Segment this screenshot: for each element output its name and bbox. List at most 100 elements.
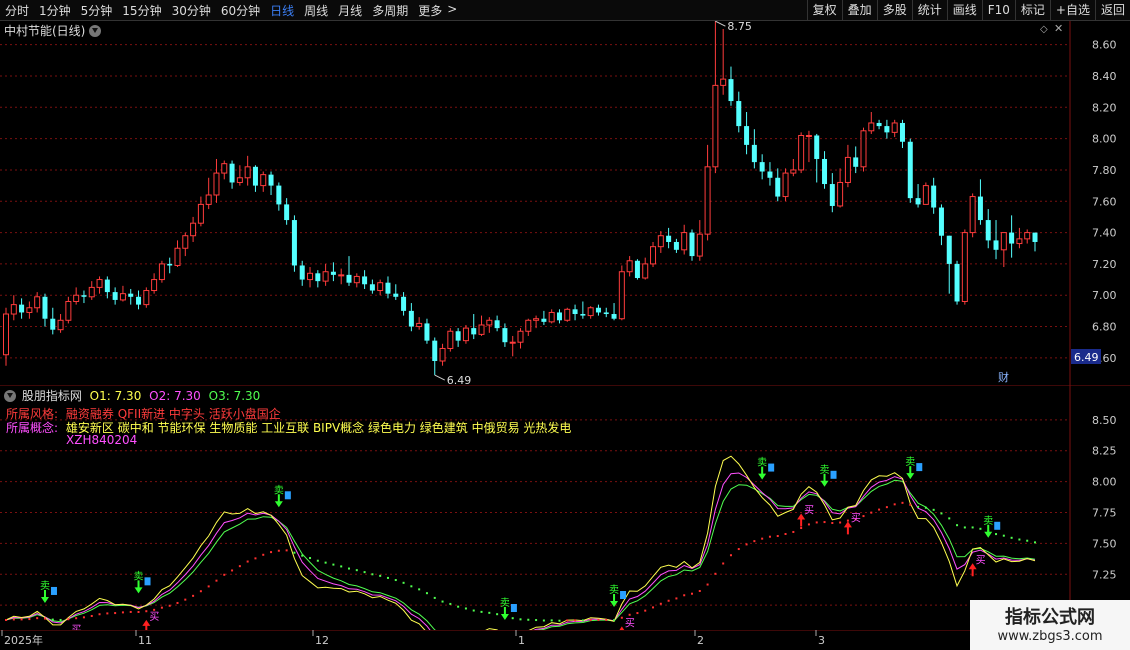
period-tab[interactable]: 30分钟 — [167, 2, 216, 19]
candle-body — [657, 235, 664, 248]
chevron-down-icon[interactable] — [89, 25, 102, 37]
trend-dot — [675, 597, 678, 600]
indicator-title-bar: 股朋指标网 O1: 7.30 O2: 7.30 O3: 7.30 — [4, 387, 260, 404]
trend-dot — [496, 613, 499, 616]
candle-body — [587, 307, 594, 317]
candle-body — [369, 284, 375, 291]
period-tab[interactable]: 更多 — [413, 2, 447, 19]
chevron-down-icon[interactable] — [4, 390, 16, 402]
trend-dot — [714, 572, 717, 575]
candle-body — [416, 322, 423, 328]
candle-body — [393, 293, 399, 297]
period-tab[interactable]: 月线 — [333, 2, 367, 19]
ind-tick: 8.25 — [1092, 445, 1117, 458]
chevron-right-icon[interactable]: > — [447, 2, 462, 19]
toolbar-button[interactable]: 画线 — [946, 0, 982, 20]
trend-dot — [348, 567, 350, 570]
candle-body — [408, 310, 414, 327]
trend-dot — [20, 618, 23, 621]
trend-dot — [737, 548, 740, 551]
stock-code: XZH840204 — [66, 433, 138, 447]
candle-body — [1016, 238, 1023, 245]
period-tab[interactable]: 多周期 — [367, 2, 413, 19]
candle-body — [42, 296, 48, 319]
main-candlestick-chart[interactable]: 8.60 8.40 8.20 8.00 7.80 7.60 7.40 7.20 7.00 6.80… — [0, 21, 1130, 386]
trend-dot — [815, 521, 818, 524]
concept-value: 雄安新区 碳中和 节能环保 生物质能 工业互联 BIPV概念 绿色电力 绿色建筑… — [65, 421, 572, 435]
candle-body — [88, 286, 95, 298]
candle-body — [346, 274, 352, 283]
buy-mark: 买 — [851, 512, 861, 524]
toolbar-button[interactable]: 复权 — [806, 0, 842, 20]
period-tab[interactable]: 分时 — [0, 2, 34, 19]
trend-dot — [1010, 536, 1013, 539]
diamond-icon[interactable]: ◇ — [1040, 24, 1048, 35]
candle-body — [899, 122, 905, 142]
candle-body — [221, 163, 228, 174]
toolbar-button[interactable]: 多股 — [876, 0, 912, 20]
toolbar-button[interactable]: 返回 — [1094, 0, 1130, 20]
trend-dot — [613, 619, 616, 622]
toolbar-button[interactable]: F10 — [981, 0, 1015, 20]
ind-tick: 8.00 — [1092, 476, 1117, 489]
sell-mark: 卖 — [757, 457, 767, 469]
candle-body — [744, 126, 750, 145]
trend-dot — [846, 519, 849, 522]
candle-body — [353, 275, 360, 284]
period-tab[interactable]: 1分钟 — [34, 2, 76, 19]
candle-body — [244, 166, 251, 179]
toolbar-button[interactable]: 标记 — [1014, 0, 1050, 20]
trend-dot — [285, 549, 288, 552]
candle-body — [143, 290, 150, 306]
trend-dot — [137, 610, 140, 613]
trend-dot — [831, 522, 834, 525]
toolbar-button[interactable]: 叠加 — [841, 0, 877, 20]
price-tick: 7.20 — [1092, 258, 1117, 271]
close-icon[interactable]: ✕ — [1054, 22, 1063, 35]
candle-body — [891, 122, 898, 133]
period-tab[interactable]: 周线 — [299, 2, 333, 19]
candle-body — [931, 185, 937, 208]
period-list: 分时 1分钟 5分钟 15分钟 30分钟 60分钟 日线 周线 月线 多周期 更多 > — [0, 2, 462, 19]
trend-dot — [238, 565, 241, 568]
candle-body — [50, 318, 56, 330]
date-axis: 2025年 11 12 1 2 3 — [0, 630, 1130, 647]
period-tab[interactable]: 60分钟 — [216, 2, 265, 19]
o2-line — [5, 472, 1036, 630]
period-tab[interactable]: 5分钟 — [76, 2, 118, 19]
signal-block — [768, 463, 775, 472]
sell-mark: 卖 — [274, 484, 284, 496]
concept-label: 所属概念: — [6, 421, 59, 435]
candle-body — [541, 318, 547, 322]
candle-body — [798, 134, 805, 171]
candle-body — [922, 185, 929, 205]
site-watermark: 指标公式网 www.zbgs3.com — [970, 600, 1130, 650]
candle-body — [704, 166, 711, 235]
candle-body — [486, 319, 493, 326]
candle-body — [666, 235, 672, 242]
toolbar-button[interactable]: +自选 — [1049, 0, 1095, 20]
toolbar-button[interactable]: 统计 — [911, 0, 947, 20]
candle-body — [782, 172, 789, 198]
candle-body — [65, 300, 72, 321]
trend-dot — [862, 515, 865, 518]
period-tab[interactable]: 15分钟 — [117, 2, 166, 19]
period-tab[interactable]: 日线 — [265, 2, 299, 19]
candle-body — [197, 203, 204, 224]
trend-dot — [145, 610, 148, 613]
trend-dot — [309, 557, 312, 560]
trend-dot — [324, 561, 327, 564]
trend-dot — [924, 506, 927, 509]
trend-dot — [433, 596, 436, 599]
candle-body — [805, 134, 812, 137]
trend-dot — [698, 589, 701, 592]
candle-body — [1000, 232, 1007, 251]
trend-dot — [535, 619, 538, 622]
trend-dot — [153, 608, 156, 611]
trend-dot — [995, 533, 998, 536]
trend-dot — [691, 592, 693, 595]
candle-body — [860, 130, 867, 168]
candle-body — [829, 184, 835, 206]
candle-body — [673, 241, 679, 250]
candle-body — [572, 309, 578, 315]
